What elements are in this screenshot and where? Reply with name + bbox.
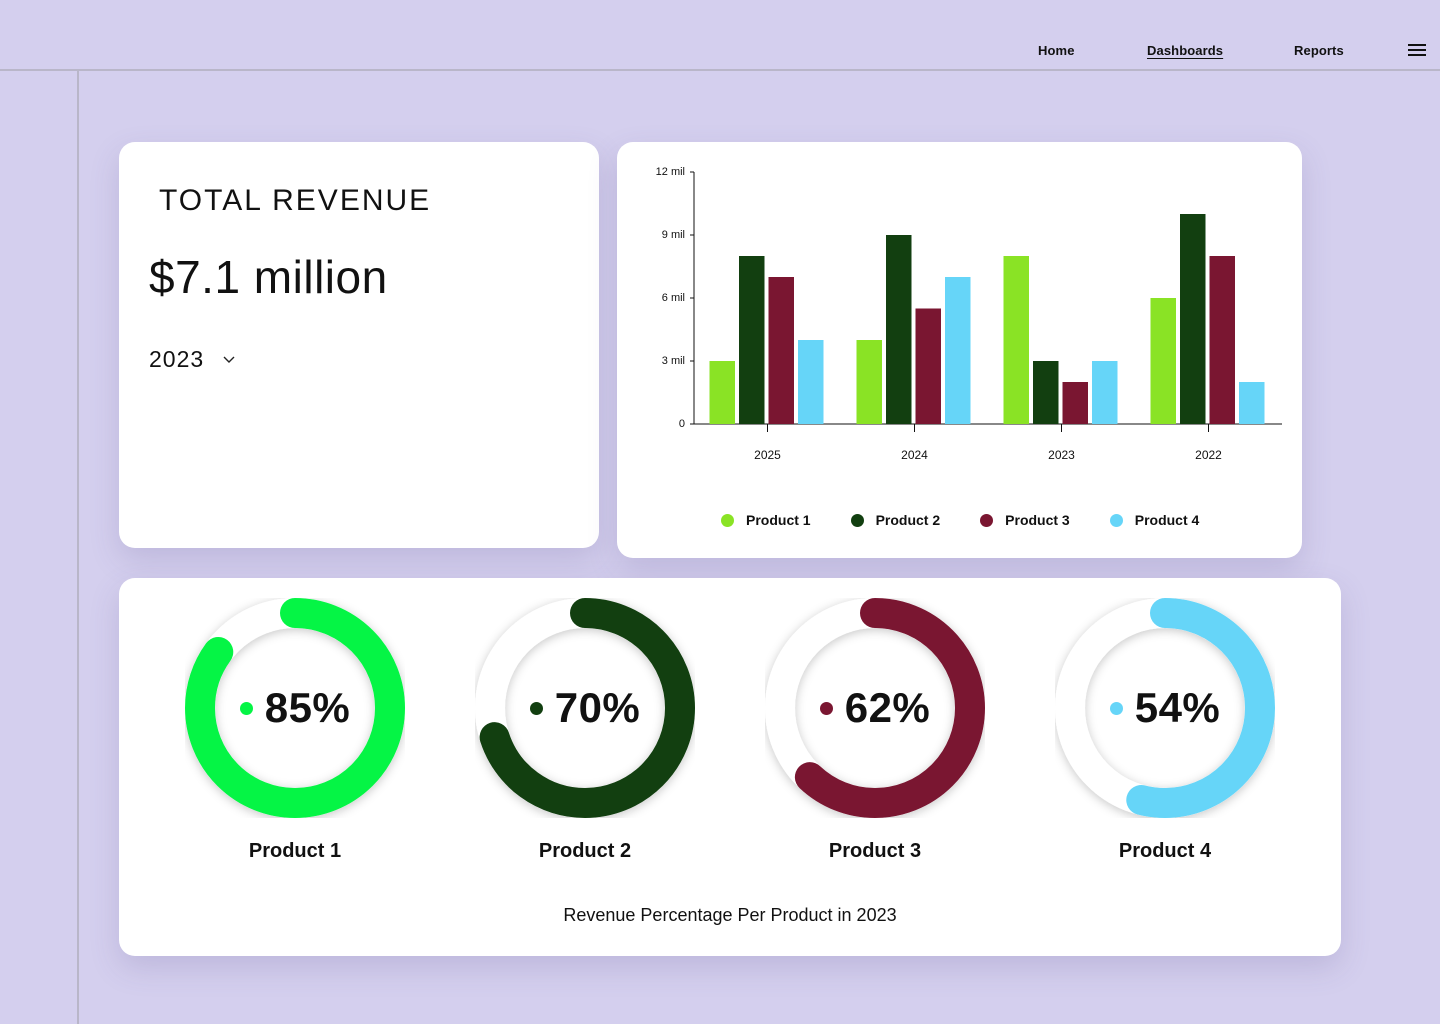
year-dropdown-value: 2023 <box>149 345 205 372</box>
revenue-bar-chart: 0 3 mil 6 mil 9 mil 12 mil 2025 2024 2023 2022 <box>656 166 1282 462</box>
bar[interactable] <box>709 361 736 424</box>
hamburger-menu-icon[interactable] <box>1408 44 1426 58</box>
donut-label: Product 4 <box>1118 840 1212 862</box>
donut-color-dot <box>1109 701 1123 715</box>
legend-label: Product 4 <box>1134 512 1200 528</box>
donut-color-dot <box>239 701 253 715</box>
x-tick-label: 2024 <box>901 448 928 462</box>
bar[interactable] <box>1150 298 1177 424</box>
bar[interactable] <box>1239 382 1265 424</box>
donut-center: 70% <box>475 598 695 818</box>
legend-swatch <box>721 513 734 527</box>
donut-percentage: 85% <box>264 684 351 731</box>
legend-swatch <box>850 513 864 527</box>
app-window: Home Dashboards Reports TOTAL REVENUE $7… <box>0 0 1440 1024</box>
donut-percentage: 70% <box>554 684 641 731</box>
nav-reports-link[interactable]: Reports <box>1294 43 1344 58</box>
y-tick-label: 12 mil <box>656 166 685 178</box>
legend-item[interactable]: Product 4 <box>1109 512 1200 528</box>
total-revenue-title: TOTAL REVENUE <box>159 184 432 217</box>
y-tick-label: 3 mil <box>662 355 685 367</box>
sidebar-divider <box>77 71 79 1024</box>
legend-label: Product 3 <box>1005 512 1070 528</box>
donut-caption: Revenue Percentage Per Product in 2023 <box>563 905 897 925</box>
legend-label: Product 2 <box>875 512 941 528</box>
bar[interactable] <box>945 277 971 424</box>
bar[interactable] <box>1209 256 1236 424</box>
legend-item[interactable]: Product 2 <box>850 512 941 528</box>
chart-legend: Product 1 Product 2 Product 3 Product 4 <box>721 512 1239 528</box>
donut-chart: 54% Product 4 <box>1055 598 1275 862</box>
nav-dashboards-link[interactable]: Dashboards <box>1147 43 1223 58</box>
year-dropdown[interactable]: 2023 <box>149 342 259 376</box>
donut-label: Product 3 <box>828 840 922 862</box>
bar[interactable] <box>1003 256 1030 424</box>
x-tick-label: 2025 <box>754 448 781 462</box>
total-revenue-value: $7.1 million <box>149 251 388 303</box>
donut-percentage: 62% <box>844 684 931 731</box>
donut-label: Product 2 <box>538 840 632 862</box>
product-percentage-card: 85% Product 1 70% Product 2 62% Product 3 54% P… <box>119 578 1341 956</box>
nav-home-link[interactable]: Home <box>1038 43 1075 58</box>
total-revenue-card: TOTAL REVENUE $7.1 million 2023 <box>119 142 599 548</box>
bar[interactable] <box>1062 382 1089 424</box>
donut-chart: 85% Product 1 <box>185 598 405 862</box>
donut-center: 54% <box>1055 598 1275 818</box>
donut-chart: 62% Product 3 <box>765 598 985 862</box>
x-tick-label: 2023 <box>1048 448 1075 462</box>
revenue-bar-chart-card: 0 3 mil 6 mil 9 mil 12 mil 2025 2024 2023 2022 P… <box>617 142 1302 558</box>
bar[interactable] <box>1033 361 1059 424</box>
y-tick-label: 0 <box>679 418 685 430</box>
donut-chart: 70% Product 2 <box>475 598 695 862</box>
donut-color-dot <box>529 701 543 715</box>
donut-center: 62% <box>765 598 985 818</box>
legend-label: Product 1 <box>746 512 811 528</box>
legend-swatch <box>1109 513 1123 527</box>
bar[interactable] <box>798 340 824 424</box>
top-nav: Home Dashboards Reports <box>0 0 1440 71</box>
legend-item[interactable]: Product 3 <box>980 512 1070 528</box>
x-tick-label: 2022 <box>1195 448 1222 462</box>
bar[interactable] <box>1180 214 1206 424</box>
bar[interactable] <box>1092 361 1118 424</box>
bar[interactable] <box>915 308 942 425</box>
legend-swatch <box>980 513 994 527</box>
legend-item[interactable]: Product 1 <box>721 512 811 528</box>
bar[interactable] <box>768 277 795 424</box>
y-tick-label: 9 mil <box>662 229 685 241</box>
bar[interactable] <box>739 256 765 424</box>
bar[interactable] <box>856 340 883 424</box>
donut-color-dot <box>819 701 833 715</box>
donut-center: 85% <box>185 598 405 818</box>
donut-percentage: 54% <box>1134 684 1221 731</box>
donut-label: Product 1 <box>248 840 342 862</box>
chevron-down-icon <box>223 356 235 363</box>
bar[interactable] <box>886 235 912 424</box>
y-tick-label: 6 mil <box>662 292 685 304</box>
